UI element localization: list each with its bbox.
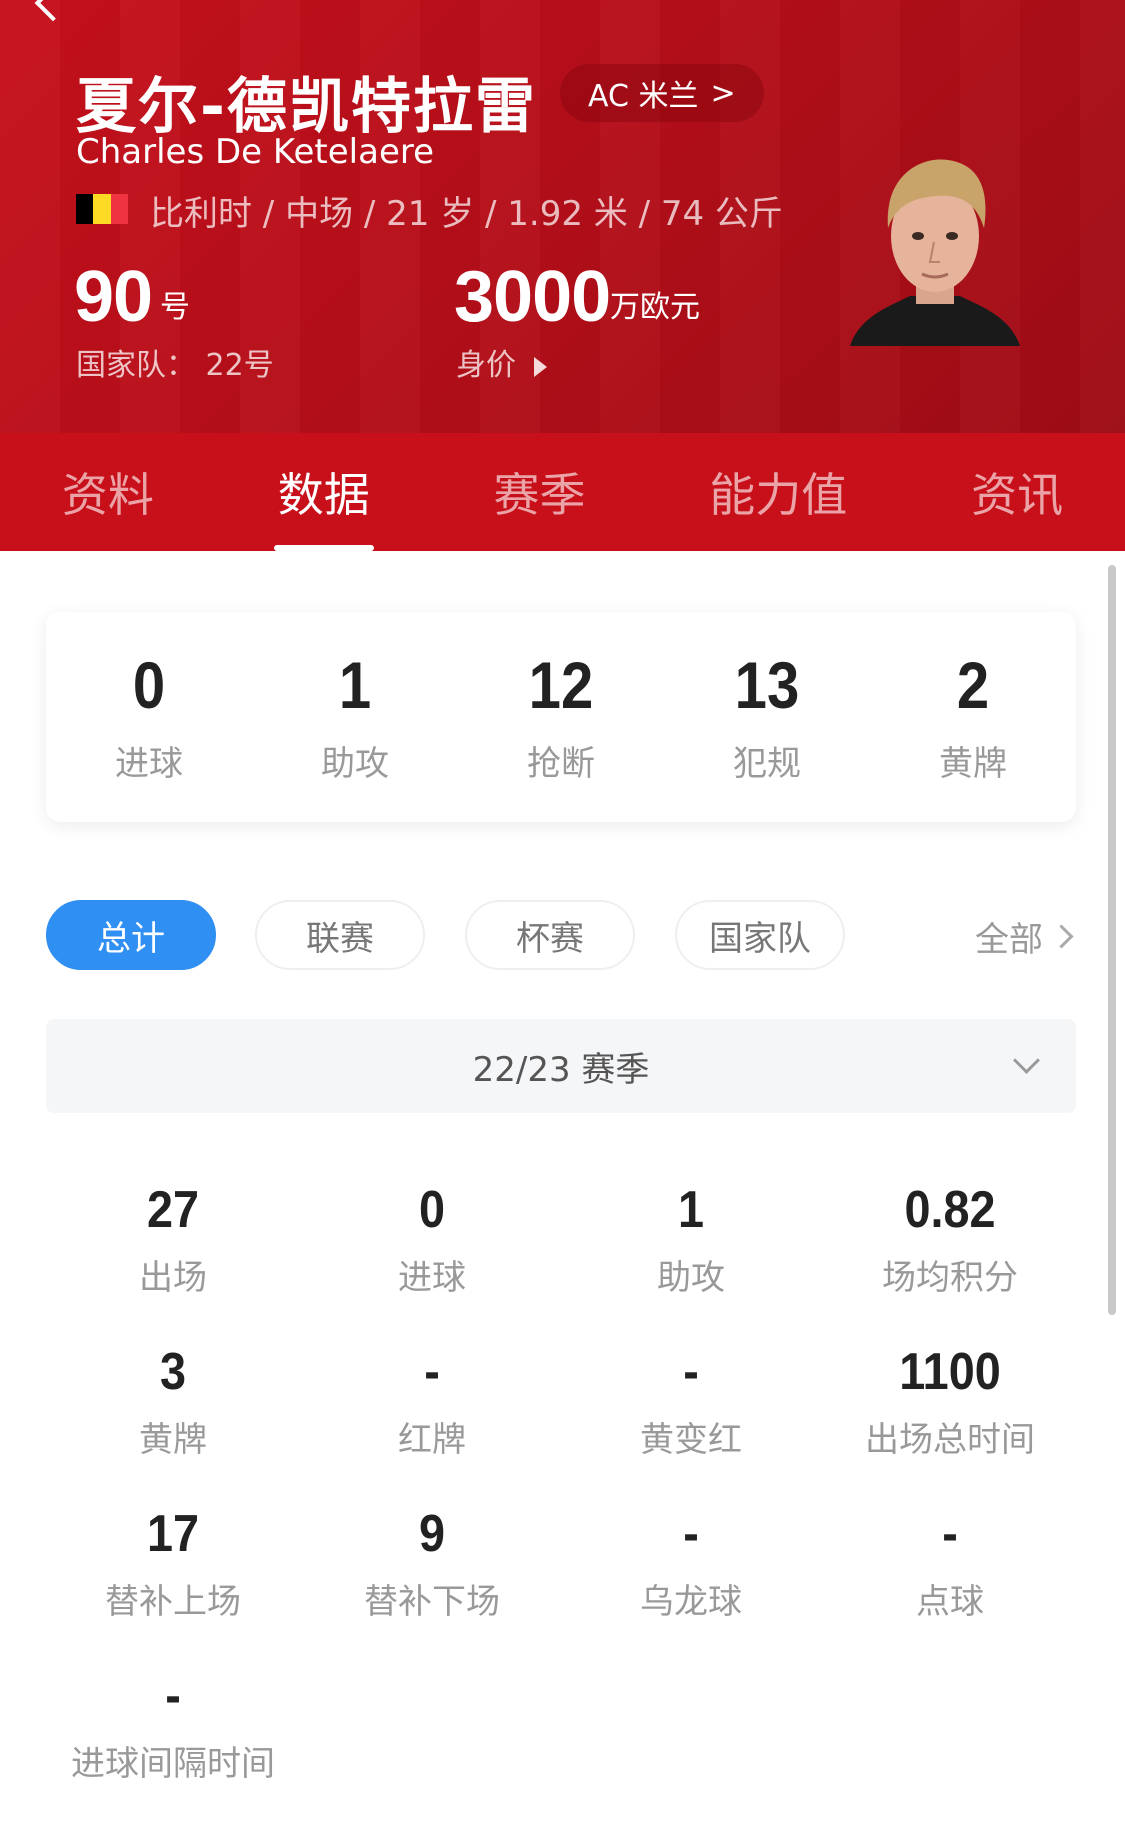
stat-item: - 黄变红	[561, 1342, 821, 1461]
market-value-link[interactable]: 身价	[456, 340, 547, 384]
summary-item: 0 进球	[46, 612, 252, 822]
tab-profile[interactable]: 资料	[50, 459, 166, 525]
belgium-flag-icon	[76, 194, 128, 224]
stat-label: 场均积分	[882, 1258, 1018, 1298]
stat-label: 替补下场	[364, 1582, 500, 1622]
summary-value: 12	[528, 648, 594, 722]
summary-label: 助攻	[321, 744, 389, 784]
summary-value: 2	[956, 648, 990, 722]
stat-label: 乌龙球	[640, 1582, 742, 1622]
player-header: 夏尔-德凯特拉雷 AC 米兰 > Charles De Ketelaere 比利…	[0, 0, 1125, 433]
stat-item: 1 助攻	[561, 1180, 821, 1299]
summary-value: 13	[734, 648, 800, 722]
stat-label: 助攻	[657, 1258, 725, 1298]
scrollbar[interactable]	[1108, 565, 1116, 1315]
stat-value: -	[683, 1505, 699, 1563]
stat-item: 0.82 场均积分	[820, 1180, 1080, 1299]
stat-label: 红牌	[398, 1420, 466, 1460]
stat-label: 点球	[916, 1582, 984, 1622]
season-selector[interactable]: 22/23 赛季	[46, 1019, 1076, 1113]
stat-value: -	[424, 1343, 440, 1401]
stat-value: -	[683, 1343, 699, 1401]
tab-news[interactable]: 资讯	[959, 459, 1075, 525]
stat-value: 1100	[899, 1343, 1001, 1401]
filter-cup[interactable]: 杯赛	[465, 900, 635, 970]
filter-national-team[interactable]: 国家队	[675, 900, 845, 970]
back-arrow-icon[interactable]	[34, 0, 72, 22]
stat-label: 出场总时间	[865, 1420, 1035, 1460]
summary-item: 13 犯规	[664, 612, 870, 822]
tab-stats[interactable]: 数据	[266, 459, 382, 551]
summary-item: 1 助攻	[252, 612, 458, 822]
summary-label: 抢断	[527, 744, 595, 784]
summary-card: 0 进球 1 助攻 12 抢断 13 犯规 2 黄牌	[46, 612, 1076, 822]
stat-item: - 乌龙球	[561, 1504, 821, 1623]
stat-item: - 点球	[820, 1504, 1080, 1623]
filter-league[interactable]: 联赛	[255, 900, 425, 970]
filter-all-link[interactable]: 全部	[975, 912, 1074, 961]
stat-label: 替补上场	[105, 1582, 241, 1622]
summary-label: 犯规	[733, 744, 801, 784]
club-name: AC 米兰	[588, 79, 699, 114]
stat-item: 1100 出场总时间	[820, 1342, 1080, 1461]
summary-label: 黄牌	[939, 744, 1007, 784]
filter-total[interactable]: 总计	[46, 900, 216, 970]
stat-value: 27	[146, 1181, 200, 1239]
player-name-en: Charles De Ketelaere	[76, 132, 435, 172]
stat-label: 黄变红	[640, 1420, 742, 1460]
stat-label: 进球	[398, 1258, 466, 1298]
filter-all-label: 全部	[975, 920, 1043, 960]
shirt-number: 90	[74, 257, 153, 337]
tab-ability[interactable]: 能力值	[697, 459, 859, 525]
club-link[interactable]: AC 米兰 >	[560, 64, 764, 122]
stat-label: 出场	[139, 1258, 207, 1298]
season-label: 22/23 赛季	[472, 1049, 650, 1090]
stat-item: 0 进球	[302, 1180, 562, 1299]
tab-season[interactable]: 赛季	[481, 459, 597, 525]
summary-item: 2 黄牌	[870, 612, 1076, 822]
market-value: 3000	[454, 257, 611, 337]
stat-item: 17 替补上场	[43, 1504, 303, 1623]
tab-bar: 资料 数据 赛季 能力值 资讯	[0, 433, 1125, 551]
stat-value: 17	[146, 1505, 200, 1563]
stat-item: - 进球间隔时间	[43, 1666, 303, 1785]
summary-item: 12 抢断	[458, 612, 664, 822]
summary-value: 0	[132, 648, 166, 722]
market-value-unit: 万欧元	[610, 290, 700, 325]
stat-label: 黄牌	[139, 1420, 207, 1460]
summary-label: 进球	[115, 744, 183, 784]
stat-item: 9 替补下场	[302, 1504, 562, 1623]
stat-item: 27 出场	[43, 1180, 303, 1299]
chevron-down-icon	[1013, 1047, 1040, 1074]
stat-item: - 红牌	[302, 1342, 562, 1461]
stat-value: 0.82	[904, 1181, 996, 1239]
shirt-number-unit: 号	[160, 290, 190, 325]
stat-item: 3 黄牌	[43, 1342, 303, 1461]
chevron-right-icon	[1049, 924, 1074, 949]
player-bio: 比利时 / 中场 / 21 岁 / 1.92 米 / 74 公斤	[150, 194, 783, 234]
play-arrow-icon	[534, 356, 547, 377]
stat-value: -	[165, 1667, 181, 1725]
stat-label: 进球间隔时间	[71, 1744, 275, 1784]
stat-value: -	[942, 1505, 958, 1563]
stat-value: 3	[159, 1343, 187, 1401]
stat-value: 0	[418, 1181, 446, 1239]
market-value-label: 身价	[456, 348, 516, 383]
player-avatar	[850, 159, 1020, 346]
chevron-right-icon: >	[710, 75, 736, 111]
summary-value: 1	[338, 648, 372, 722]
national-team-number: 国家队： 22号	[76, 348, 274, 383]
stat-value: 9	[418, 1505, 446, 1563]
stat-value: 1	[677, 1181, 705, 1239]
